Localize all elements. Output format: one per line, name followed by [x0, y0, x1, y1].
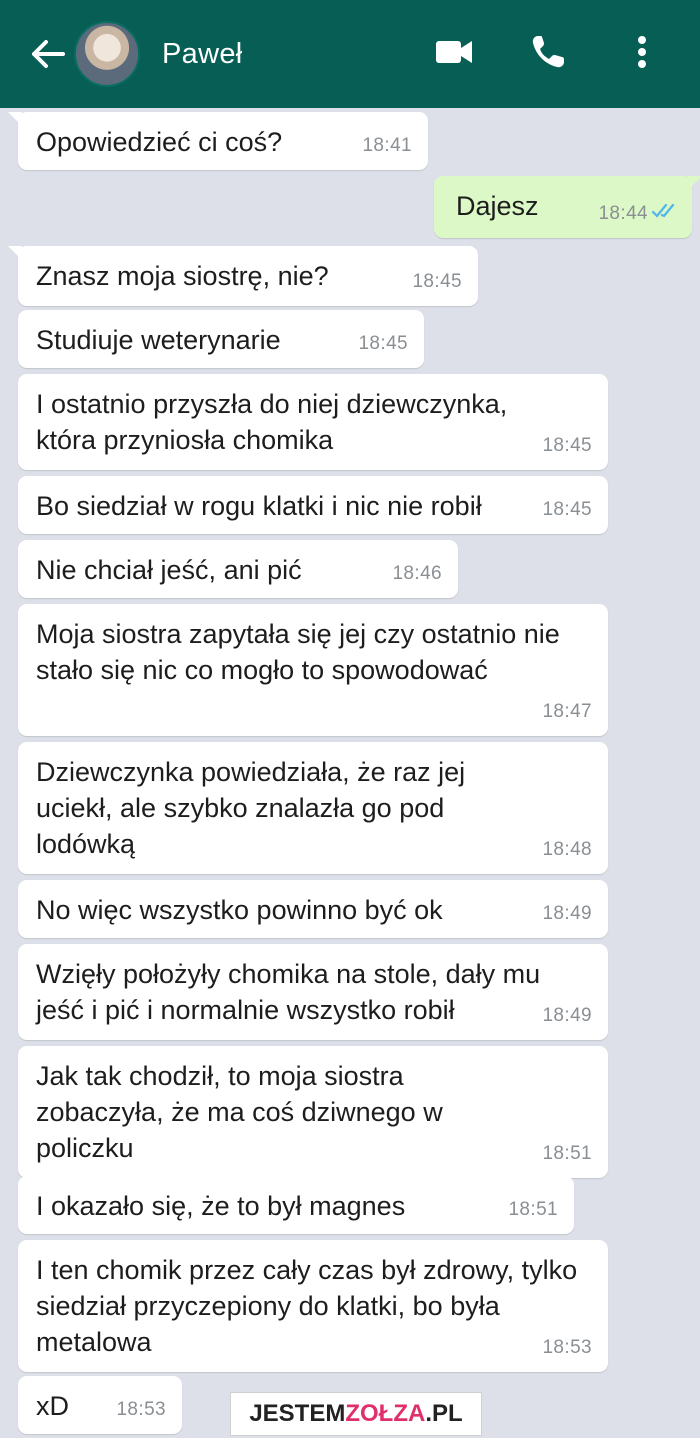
more-options-icon[interactable] — [620, 30, 664, 74]
message-text: Studiuje weterynarie — [36, 325, 281, 355]
message-time: 18:44 — [598, 203, 648, 224]
contact-name[interactable]: Paweł — [162, 38, 243, 71]
message-text: Nie chciał jeść, ani pić — [36, 555, 302, 585]
message-time: 18:51 — [508, 1199, 558, 1220]
message-text: I okazało się, że to był magnes — [36, 1191, 406, 1221]
message-text: Dziewczynka powiedziała, że raz jej ucie… — [36, 757, 466, 859]
read-receipt-icon — [651, 192, 680, 228]
video-call-icon[interactable] — [432, 30, 476, 74]
back-arrow-icon[interactable] — [28, 34, 68, 74]
message-bubble[interactable]: Dajesz 18:44 — [434, 176, 700, 238]
message-time: 18:53 — [116, 1399, 166, 1420]
message-bubble[interactable]: I okazało się, że to był magnes 18:51 — [18, 1176, 574, 1234]
message-text: Jak tak chodził, to moja siostra zobaczy… — [36, 1061, 443, 1163]
message-bubble[interactable]: Dziewczynka powiedziała, że raz jej ucie… — [18, 742, 608, 874]
message-bubble[interactable]: No więc wszystko powinno być ok 18:49 — [18, 880, 608, 938]
message-bubble[interactable]: Nie chciał jeść, ani pić 18:46 — [18, 540, 458, 598]
bubble-tail — [8, 246, 22, 260]
message-bubble[interactable]: Opowiedzieć ci coś? 18:41 — [8, 112, 428, 170]
message-bubble[interactable]: Studiuje weterynarie 18:45 — [18, 310, 424, 368]
message-text: Wzięły położyły chomika na stole, dały m… — [36, 959, 541, 1025]
message-text: Znasz moja siostrę, nie? — [36, 261, 329, 291]
message-text: Moja siostra zapytała się jej czy ostatn… — [36, 619, 560, 685]
message-time: 18:47 — [542, 701, 592, 722]
message-bubble[interactable]: I ten chomik przez cały czas był zdrowy,… — [18, 1240, 608, 1372]
message-bubble[interactable]: Bo siedział w rogu klatki i nic nie robi… — [18, 476, 608, 534]
message-time: 18:48 — [542, 839, 592, 860]
message-time: 18:51 — [542, 1143, 592, 1164]
message-time: 18:45 — [542, 499, 592, 520]
message-bubble[interactable]: xD 18:53 — [18, 1376, 182, 1434]
message-time: 18:45 — [542, 435, 592, 456]
message-text: Dajesz — [456, 191, 539, 221]
phone-icon[interactable] — [526, 30, 570, 74]
chat-header: Paweł — [0, 0, 700, 108]
message-time: 18:53 — [542, 1337, 592, 1358]
bubble-tail — [688, 176, 700, 190]
message-time: 18:46 — [392, 563, 442, 584]
message-time: 18:49 — [542, 1005, 592, 1026]
message-bubble[interactable]: I ostatnio przyszła do niej dziewczynka,… — [18, 374, 608, 470]
message-text: No więc wszystko powinno być ok — [36, 895, 443, 925]
message-list[interactable]: Opowiedzieć ci coś? 18:41 Dajesz 18:44 Z… — [0, 108, 700, 1438]
message-text: Opowiedzieć ci coś? — [36, 127, 283, 157]
message-time: 18:45 — [358, 333, 408, 354]
message-text: Bo siedział w rogu klatki i nic nie robi… — [36, 491, 482, 521]
message-bubble[interactable]: Wzięły położyły chomika na stole, dały m… — [18, 944, 608, 1040]
bubble-tail — [8, 112, 22, 126]
contact-avatar[interactable] — [74, 21, 140, 87]
site-watermark-logo: JESTEMZOŁZA.PL — [230, 1392, 482, 1436]
message-bubble[interactable]: Moja siostra zapytała się jej czy ostatn… — [18, 604, 608, 736]
message-text: xD — [36, 1391, 69, 1421]
message-bubble[interactable]: Znasz moja siostrę, nie? 18:45 — [8, 246, 478, 306]
message-text: I ostatnio przyszła do niej dziewczynka,… — [36, 389, 508, 455]
message-text: I ten chomik przez cały czas był zdrowy,… — [36, 1255, 578, 1357]
message-bubble[interactable]: Jak tak chodził, to moja siostra zobaczy… — [18, 1046, 608, 1178]
message-time: 18:45 — [412, 271, 462, 292]
message-time: 18:41 — [362, 135, 412, 156]
message-time: 18:49 — [542, 903, 592, 924]
